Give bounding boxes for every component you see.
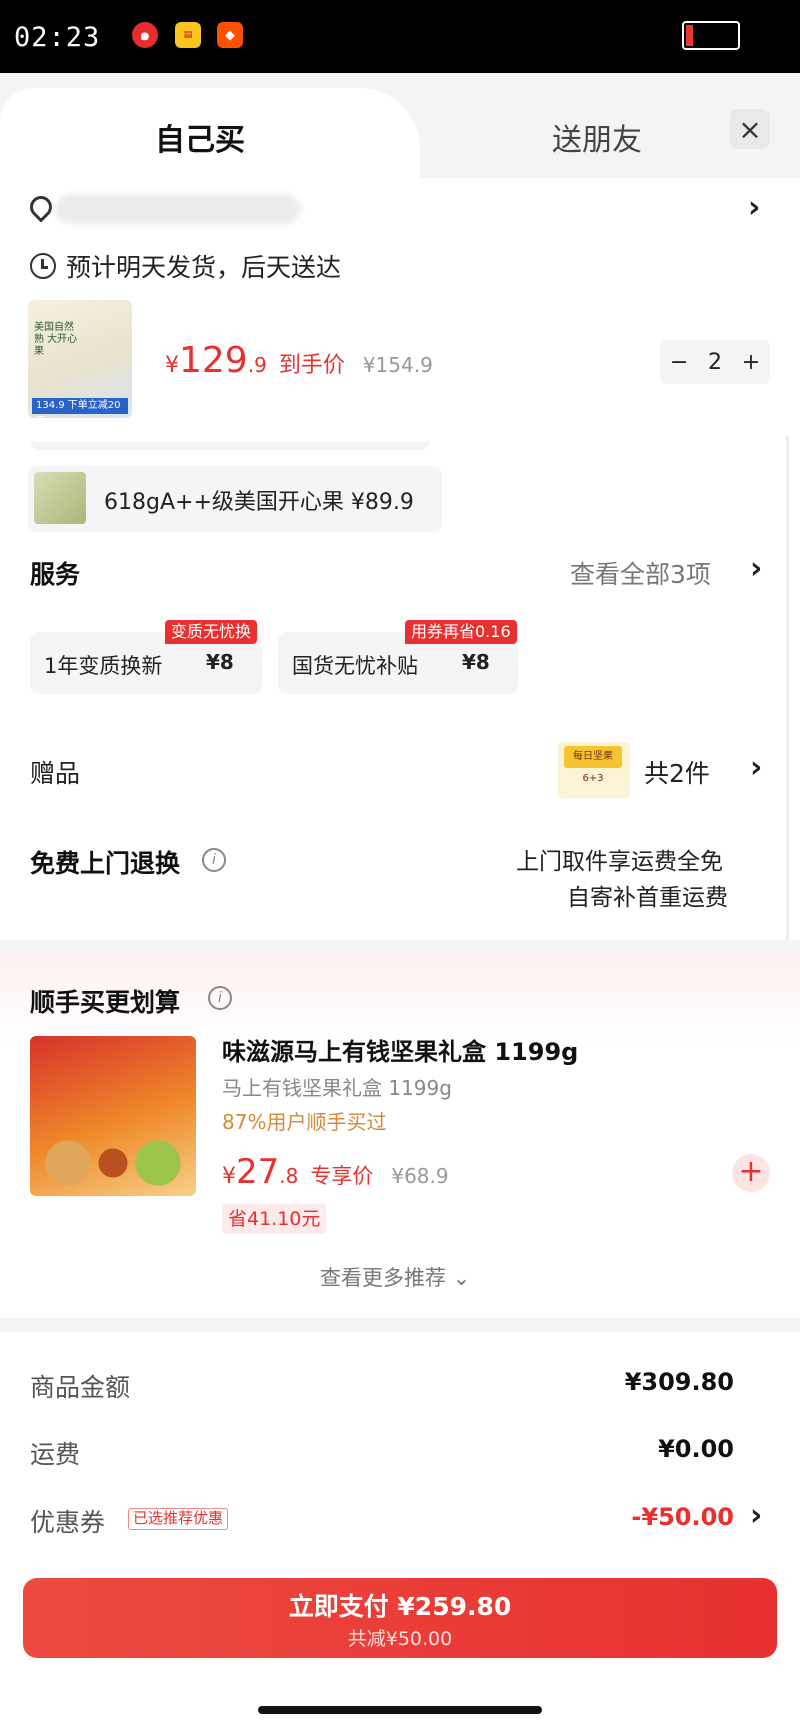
price-decimal: .9: [247, 353, 267, 377]
chevron-right-icon: ›: [748, 190, 761, 225]
increase-button[interactable]: +: [742, 350, 760, 375]
price-currency: ¥: [165, 353, 179, 378]
tab-friend[interactable]: 送朋友: [552, 115, 642, 159]
nuts-illustration: [38, 1140, 188, 1186]
delivery-estimate: 预计明天发货，后天送达: [30, 248, 341, 284]
purchase-tabs: 自己买 送朋友 ×: [0, 73, 800, 183]
bundle-hint-edge: [30, 430, 430, 450]
pay-now-button[interactable]: 立即支付 ¥259.80 共减¥50.00: [23, 1578, 777, 1658]
close-icon: ×: [738, 112, 762, 146]
tab-self[interactable]: 自己买: [155, 115, 245, 159]
address-row[interactable]: ›: [0, 190, 800, 234]
services-title: 服务: [30, 560, 81, 589]
service-name: 1年变质换新: [44, 654, 163, 678]
goods-amount-value: ¥309.80: [624, 1368, 734, 1396]
chevron-right-icon[interactable]: ›: [750, 551, 762, 586]
netease-music-icon: ๑: [132, 22, 158, 48]
original-price: ¥68.9: [391, 1164, 449, 1188]
pay-discount-label: 共减¥50.00: [347, 1628, 453, 1650]
goods-amount-label: 商品金额: [30, 1373, 131, 1402]
close-button[interactable]: ×: [730, 109, 770, 149]
product-image-text: 美国自然熟 大开心果: [34, 322, 78, 357]
recommend-title: 顺手买更划算: [30, 988, 181, 1017]
more-recommendations-link[interactable]: 查看更多推荐 ⌄: [320, 1262, 470, 1292]
service-badge: 变质无忧换: [165, 620, 258, 644]
service-name: 国货无忧补贴: [292, 654, 418, 678]
pay-now-label: 立即支付 ¥259.80: [288, 1592, 512, 1621]
original-price: ¥154.9: [362, 353, 433, 377]
home-indicator[interactable]: [258, 1706, 542, 1714]
service-badge: 用券再省0.16: [405, 620, 517, 644]
scrollbar[interactable]: [786, 436, 789, 956]
service-price: ¥8: [206, 650, 234, 674]
service-price: ¥8: [462, 650, 490, 674]
tianmao-icon: ▤: [175, 22, 201, 48]
recommend-product-sub: 马上有钱坚果礼盒 1199g: [222, 1076, 452, 1100]
taobao-icon: ◆: [217, 22, 243, 48]
coupon-tag: 已选推荐优惠: [128, 1508, 229, 1530]
quantity-value: 2: [707, 349, 722, 375]
gift-image-text: 每日坚果 6+3: [564, 746, 622, 784]
coupon-value[interactable]: -¥50.00: [631, 1503, 734, 1531]
bundle-thumbnail: [34, 472, 86, 524]
services-view-all[interactable]: 查看全部3项: [570, 555, 711, 591]
recommend-product-name[interactable]: 味滋源马上有钱坚果礼盒 1199g: [222, 1032, 578, 1067]
battery-icon: [682, 21, 740, 50]
add-to-order-button[interactable]: +: [732, 1154, 770, 1192]
address-text-redacted: [55, 194, 300, 224]
delivery-text: 预计明天发货，后天送达: [66, 253, 342, 282]
price-tag: 专享价: [310, 1164, 374, 1188]
coupon-label: 优惠券: [30, 1508, 106, 1537]
product-price: ¥ 129 .9 到手价 ¥154.9: [165, 340, 433, 381]
return-pickup-text: 上门取件享运费全免: [516, 849, 723, 875]
status-bar: 02:23 ๑ ▤ ◆: [0, 0, 800, 73]
shipping-label: 运费: [30, 1440, 81, 1469]
chevron-right-icon[interactable]: ›: [750, 750, 762, 785]
product-image-badge: 134.9 下单立减20元: [32, 398, 128, 418]
bundle-item[interactable]: 618gA++级美国开心果 ¥89.9: [28, 466, 442, 532]
location-icon: [25, 191, 57, 223]
savings-badge: 省41.10元: [222, 1204, 327, 1234]
status-time: 02:23: [14, 22, 101, 53]
section-divider: [0, 1318, 800, 1332]
free-return-title: 免费上门退换: [30, 849, 181, 878]
gift-image[interactable]: 每日坚果 6+3: [558, 742, 630, 798]
price-currency: ¥: [222, 1164, 236, 1189]
clock-icon: [30, 253, 56, 279]
info-icon[interactable]: i: [202, 848, 226, 872]
recommend-bought-rate: 87%用户顺手买过: [222, 1110, 387, 1134]
recommend-price: ¥ 27 .8 专享价 ¥68.9: [222, 1152, 449, 1192]
price-decimal: .8: [279, 1164, 299, 1188]
decrease-button[interactable]: −: [670, 350, 688, 375]
product-image[interactable]: 美国自然熟 大开心果 134.9 下单立减20元: [28, 300, 132, 418]
info-icon[interactable]: i: [208, 986, 232, 1010]
recommend-product-image[interactable]: [30, 1036, 196, 1196]
gift-label: 赠品: [30, 759, 81, 788]
price-integer: 129: [179, 340, 248, 381]
bundle-text: 618gA++级美国开心果 ¥89.9: [104, 490, 414, 515]
price-tag: 到手价: [278, 353, 345, 378]
gift-count[interactable]: 共2件: [644, 754, 710, 790]
quantity-stepper: − 2 +: [660, 340, 770, 384]
return-self-ship-text: 自寄补首重运费: [567, 885, 728, 911]
section-divider: [0, 940, 800, 954]
shipping-value: ¥0.00: [658, 1435, 734, 1463]
price-integer: 27: [236, 1152, 280, 1192]
chevron-right-icon[interactable]: ›: [750, 1498, 762, 1533]
